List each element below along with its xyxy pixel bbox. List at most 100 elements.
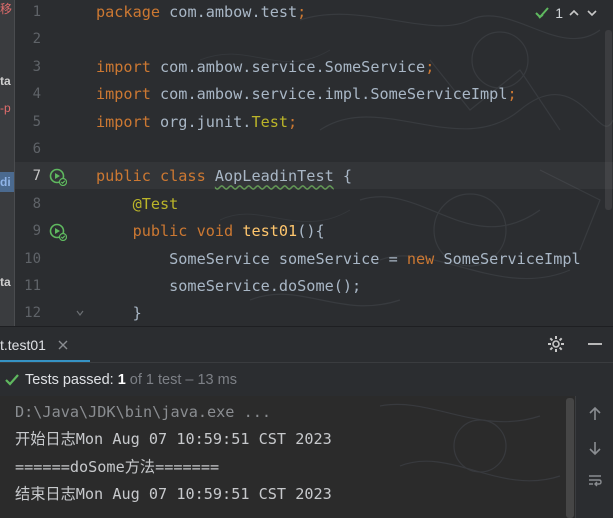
- console-line: D:\Java\JDK\bin\java.exe ...: [15, 403, 272, 421]
- gutter-line: 6: [15, 136, 88, 163]
- console-output[interactable]: D:\Java\JDK\bin\java.exe ... 开始日志Mon Aug…: [0, 396, 613, 518]
- line-number: 12: [24, 305, 41, 322]
- run-tab-label: t.test01: [0, 337, 46, 353]
- code-line[interactable]: package com.ambow.test;: [96, 0, 306, 26]
- code-line[interactable]: import org.junit.Test;: [96, 109, 297, 136]
- inspection-widget[interactable]: 1: [535, 4, 599, 22]
- console-side-toolbar: [575, 396, 613, 518]
- line-number: 4: [32, 86, 41, 103]
- tests-passed-prefix: Tests passed:: [25, 371, 118, 388]
- run-test-icon[interactable]: [49, 223, 67, 242]
- code-token: public void: [132, 222, 243, 241]
- gutter-line: 1: [15, 0, 88, 26]
- close-icon[interactable]: [58, 340, 68, 350]
- gutter-line: 2: [15, 26, 88, 53]
- run-tool-window-header: t.test01: [0, 326, 613, 362]
- code-line[interactable]: SomeService someService = new SomeServic…: [96, 246, 581, 273]
- code-token: SomeService someService =: [96, 249, 407, 268]
- console-scrollbar[interactable]: [566, 398, 574, 518]
- code-token: ;: [425, 57, 435, 76]
- code-line[interactable]: import com.ambow.service.SomeService;: [96, 54, 434, 81]
- gear-icon[interactable]: [547, 335, 565, 353]
- code-token: ;: [507, 85, 517, 104]
- tests-summary: of 1 test – 13 ms: [129, 371, 237, 388]
- code-token: import: [96, 57, 161, 76]
- code-editor[interactable]: 移 ta -p di ta 1 2 3 4 5 6 7 8 9 10 11 12 package co…: [0, 0, 613, 326]
- project-panel-fragment: -p: [0, 101, 11, 115]
- soft-wrap-icon[interactable]: [587, 472, 603, 488]
- code-token: someService.doSome();: [96, 277, 362, 295]
- line-number: 5: [32, 113, 41, 130]
- code-token: public class: [96, 167, 215, 186]
- code-token: Test: [251, 112, 289, 131]
- code-token: AopLeadinTest: [214, 167, 334, 186]
- code-line[interactable]: import com.ambow.service.impl.SomeServic…: [96, 81, 517, 108]
- code-token: ;: [288, 112, 298, 131]
- editor-gutter[interactable]: 1 2 3 4 5 6 7 8 9 10 11 12: [15, 0, 88, 326]
- code-token: {: [333, 167, 353, 186]
- code-token: import: [96, 112, 161, 131]
- tests-passed-count: 1: [117, 371, 126, 388]
- gutter-line: 9: [15, 218, 88, 245]
- project-panel-fragment: ta: [0, 74, 11, 88]
- gutter-line: 4: [15, 81, 88, 108]
- code-token: @Test: [132, 194, 179, 213]
- gutter-line: 11: [15, 273, 88, 300]
- gutter-line: 10: [15, 246, 88, 273]
- editor-scrollbar[interactable]: [605, 30, 612, 210]
- line-number: 7: [32, 168, 41, 185]
- tool-window-actions: [547, 335, 603, 353]
- project-panel-fragment: di: [0, 175, 11, 189]
- project-panel-edge[interactable]: 移 ta -p di ta: [0, 0, 15, 326]
- chevron-up-icon[interactable]: [567, 6, 581, 20]
- code-token: com.ambow.service.SomeService: [160, 57, 426, 76]
- console-line: 开始日志Mon Aug 07 10:59:51 CST 2023: [15, 430, 332, 448]
- chevron-down-icon[interactable]: [585, 6, 599, 20]
- console-line: 结束日志Mon Aug 07 10:59:51 CST 2023: [15, 485, 332, 503]
- code-line[interactable]: @Test: [96, 191, 179, 218]
- test-passed-icon: [5, 373, 19, 386]
- gutter-line: 8: [15, 191, 88, 218]
- code-token: new: [406, 249, 444, 268]
- project-panel-fragment: 移: [0, 2, 13, 16]
- arrow-up-icon[interactable]: [587, 406, 603, 422]
- test-status-bar: Tests passed: 1 of 1 test – 13 ms: [0, 362, 613, 396]
- code-line[interactable]: public class AopLeadinTest {: [96, 163, 352, 190]
- code-line[interactable]: }: [96, 300, 142, 326]
- code-token: test01: [242, 222, 298, 241]
- code-token: package: [96, 3, 170, 21]
- code-token: SomeServiceImpl: [443, 249, 581, 268]
- line-number: 2: [32, 31, 41, 48]
- code-line[interactable]: public void test01(){: [96, 218, 325, 245]
- code-token: com.ambow.test: [169, 3, 298, 21]
- gutter-line: 5: [15, 109, 88, 136]
- gutter-line: 7: [15, 163, 88, 190]
- line-number: 11: [24, 278, 41, 294]
- run-tab[interactable]: t.test01: [0, 327, 68, 363]
- run-test-icon[interactable]: [49, 168, 67, 187]
- line-number: 9: [32, 223, 41, 240]
- arrow-down-icon[interactable]: [587, 440, 603, 456]
- fold-marker-icon[interactable]: [75, 308, 85, 318]
- minimize-icon[interactable]: [587, 335, 603, 353]
- line-number: 3: [32, 58, 41, 75]
- line-number: 1: [32, 4, 41, 20]
- code-line[interactable]: someService.doSome();: [96, 273, 361, 300]
- code-token: org.junit.: [160, 112, 252, 131]
- code-token: com.ambow.service.impl.SomeServiceImpl: [160, 85, 508, 104]
- code-token: (){: [297, 222, 325, 241]
- code-token: }: [96, 304, 142, 323]
- project-panel-fragment: ta: [0, 275, 11, 289]
- gutter-line: 12: [15, 300, 88, 326]
- line-number: 8: [32, 195, 41, 212]
- tests-passed-text: Tests passed: 1: [25, 372, 126, 388]
- code-token: ;: [297, 3, 307, 21]
- line-number: 10: [24, 250, 41, 267]
- code-area[interactable]: package com.ambow.test; import com.ambow.…: [88, 0, 613, 326]
- line-number: 6: [32, 141, 41, 157]
- console-line: ======doSome方法=======: [15, 458, 220, 476]
- code-token: import: [96, 85, 161, 104]
- checkmark-icon: [535, 7, 549, 19]
